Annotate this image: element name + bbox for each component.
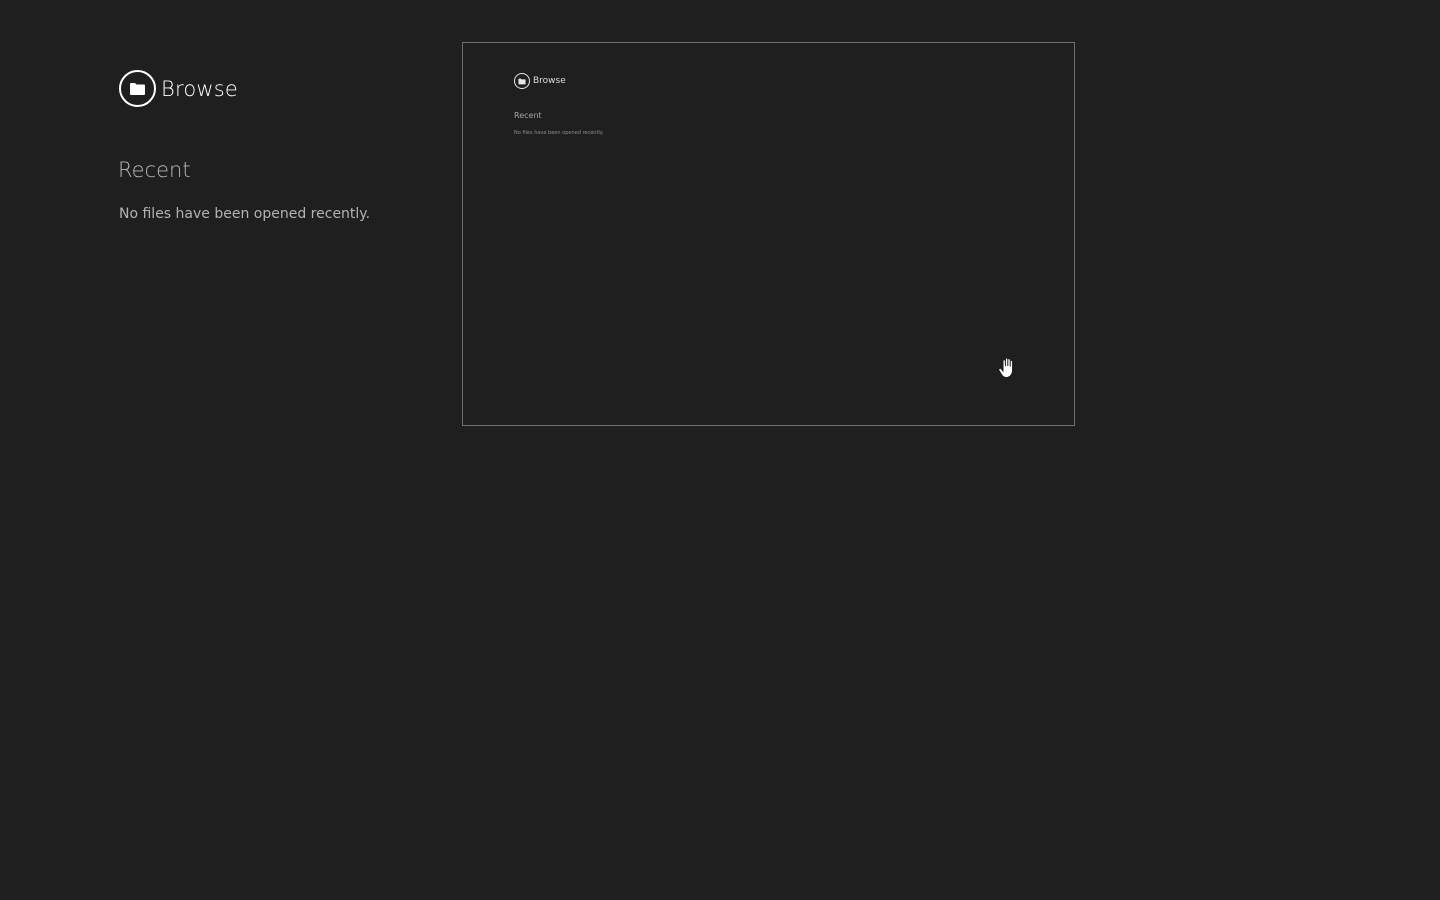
preview-recent-heading: Recent bbox=[514, 111, 542, 120]
hand-cursor-icon bbox=[997, 357, 1017, 379]
recent-heading: Recent bbox=[118, 158, 191, 182]
browse-button[interactable]: Browse bbox=[119, 70, 238, 107]
start-page: Browse Recent No files have been opened … bbox=[0, 0, 1440, 900]
preview-folder-icon bbox=[514, 73, 530, 89]
preview-browse-button: Browse bbox=[514, 73, 566, 89]
folder-icon bbox=[119, 70, 156, 107]
preview-empty-message: No files have been opened recently. bbox=[514, 130, 604, 136]
page-preview-thumbnail[interactable]: Browse Recent No files have been opened … bbox=[462, 42, 1075, 426]
browse-label: Browse bbox=[161, 76, 239, 101]
recent-empty-message: No files have been opened recently. bbox=[119, 206, 371, 222]
preview-browse-label: Browse bbox=[533, 76, 566, 86]
